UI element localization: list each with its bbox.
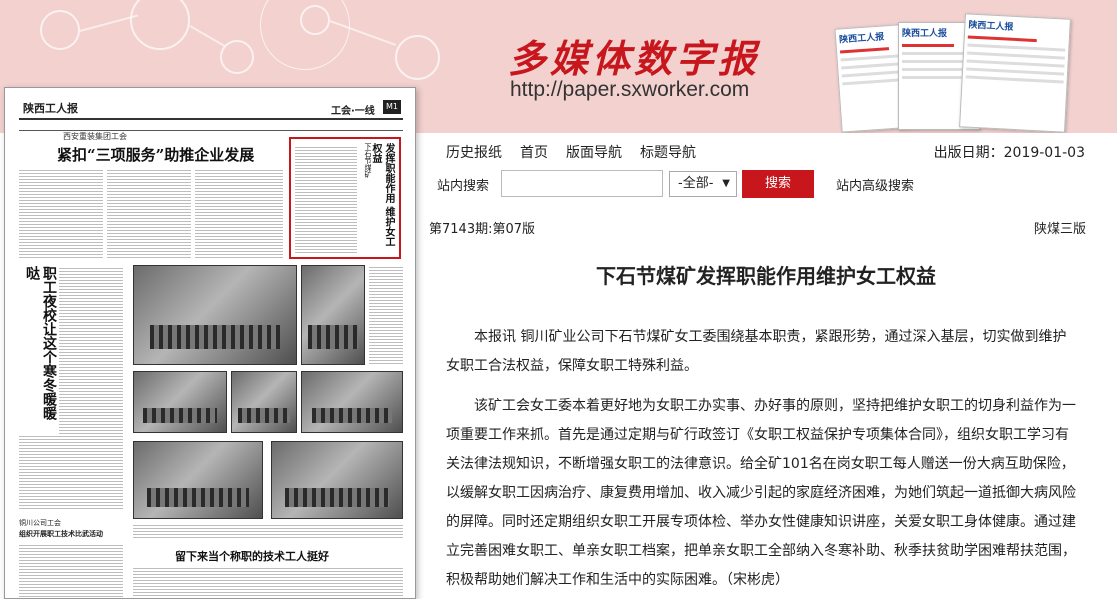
- article-body: 本报讯 铜川矿业公司下石节煤矿女工委围绕基本职责，紧跟形势，通过深入基层，切实做…: [446, 323, 1078, 599]
- decor-circle: [395, 35, 440, 80]
- search-input[interactable]: [501, 170, 663, 197]
- news-photo[interactable]: [301, 265, 365, 365]
- highlight-headline: 发挥职能作用 维护女工权益: [370, 143, 394, 247]
- paper-headline[interactable]: 紧扣“三项服务”助推企业发展: [57, 144, 254, 165]
- text-column: [195, 168, 283, 260]
- text-column: [19, 434, 123, 510]
- search-scope-select[interactable]: -全部- ▼: [669, 171, 737, 197]
- article-paragraph: 本报讯 铜川矿业公司下石节煤矿女工委围绕基本职责，紧跟形势，通过深入基层，切实做…: [446, 329, 1067, 374]
- small-kicker: 铜川公司工会: [19, 519, 61, 527]
- text-column: [133, 523, 403, 539]
- paper-section: 工会·一线: [331, 106, 375, 117]
- nav-page-nav[interactable]: 版面导航: [566, 142, 622, 161]
- paper-kicker: 西安重装集团工会: [63, 132, 127, 141]
- decor-circle: [260, 0, 350, 70]
- publish-date: 出版日期：2019-01-03: [933, 145, 1085, 161]
- decor-circle: [130, 0, 190, 50]
- text-column: [19, 543, 123, 598]
- search-scope-value: -全部-: [678, 176, 714, 191]
- nav-home[interactable]: 首页: [520, 142, 548, 161]
- article-paragraph: 该矿工会女工委本着更好地为女职工办实事、办好事的原则，坚持把维护女职工的切身利益…: [446, 398, 1076, 588]
- text-column: [107, 168, 191, 260]
- text-column: [133, 566, 403, 598]
- issue-info: 第7143期:第07版: [429, 222, 536, 237]
- search-button[interactable]: 搜索: [742, 170, 814, 198]
- site-title: 多媒体数字报: [508, 36, 761, 81]
- side-headline[interactable]: 职工夜校让这个寒冬暖暖哒: [23, 266, 57, 426]
- top-nav: 历史报纸 首页 版面导航 标题导航: [446, 142, 696, 161]
- news-photo[interactable]: [133, 265, 297, 365]
- text-column: [295, 145, 357, 253]
- mini-newspaper: 陕西工人报: [959, 13, 1071, 133]
- bottom-headline[interactable]: 留下来当个称职的技术工人挺好: [175, 548, 329, 564]
- paper-logo: 陕西工人报: [23, 102, 78, 115]
- news-photo[interactable]: [271, 441, 403, 519]
- edition-name: 陕煤三版: [1033, 222, 1086, 237]
- news-photo[interactable]: [301, 371, 403, 433]
- paper-subline: [19, 121, 403, 131]
- small-headline[interactable]: 组织开展职工技术比武活动: [19, 529, 103, 539]
- nav-title-nav[interactable]: 标题导航: [640, 142, 696, 161]
- decor-line: [189, 25, 226, 47]
- news-photo[interactable]: [133, 441, 263, 519]
- newspaper-page-preview[interactable]: 陕西工人报 工会·一线 M1 西安重装集团工会 紧扣“三项服务”助推企业发展 下…: [4, 87, 416, 599]
- newspaper-stack-image: 陕西工人报 陕西工人报 陕西工人报: [834, 12, 1088, 133]
- text-column: [369, 265, 403, 365]
- highlighted-article-box[interactable]: 下石节煤矿 发挥职能作用 维护女工权益: [289, 137, 401, 259]
- page-number-badge: M1: [383, 100, 401, 114]
- article-title: 下石节煤矿发挥职能作用维护女工权益: [596, 264, 936, 288]
- site-url[interactable]: http://paper.sxworker.com: [510, 78, 749, 102]
- news-photo[interactable]: [231, 371, 297, 433]
- text-column: [19, 168, 103, 260]
- search-label: 站内搜索: [437, 179, 490, 194]
- news-photo[interactable]: [133, 371, 227, 433]
- dropdown-arrow-icon: ▼: [722, 178, 730, 189]
- decor-circle: [40, 10, 80, 50]
- nav-history[interactable]: 历史报纸: [446, 142, 502, 161]
- paper-masthead: 陕西工人报 工会·一线 M1: [19, 98, 403, 120]
- advanced-search-link[interactable]: 站内高级搜索: [836, 175, 914, 194]
